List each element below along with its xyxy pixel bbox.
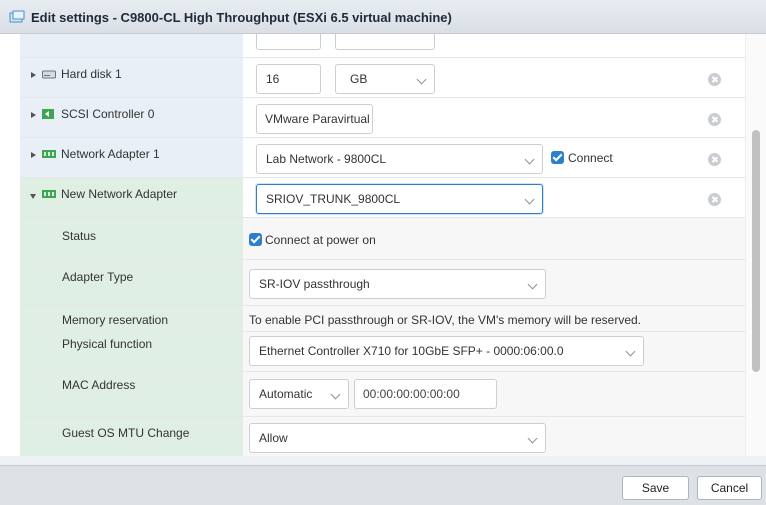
- hard-disk-row: Hard disk 1 16 GB: [20, 58, 745, 98]
- mac-address-row: MAC Address Automatic 00:00:00:00:00:00: [20, 372, 745, 417]
- expand-arrow-icon[interactable]: [31, 112, 36, 118]
- vertical-scrollbar[interactable]: [745, 34, 766, 456]
- memory-reservation-text: To enable PCI passthrough or SR-IOV, the…: [249, 313, 642, 327]
- expand-arrow-icon[interactable]: [31, 152, 36, 158]
- expand-arrow-icon[interactable]: [31, 72, 36, 78]
- new-network-adapter-label: New Network Adapter: [61, 187, 178, 201]
- status-label: Status: [62, 229, 97, 243]
- remove-icon[interactable]: [708, 113, 721, 126]
- remove-icon[interactable]: [708, 193, 721, 206]
- chevron-down-icon: [330, 389, 341, 400]
- dialog-footer: Save Cancel: [0, 465, 766, 505]
- clipped-select[interactable]: [335, 34, 435, 50]
- vm-window-icon: [9, 10, 25, 23]
- network-adapter-1-network-select[interactable]: Lab Network - 9800CL: [256, 144, 543, 174]
- chevron-down-icon: [527, 279, 538, 290]
- network-adapter-icon: [42, 190, 56, 198]
- network-adapter-1-label: Network Adapter 1: [61, 147, 160, 161]
- scsi-controller-row: SCSI Controller 0 VMware Paravirtual: [20, 98, 745, 138]
- scrollbar-thumb[interactable]: [752, 130, 760, 372]
- cancel-button[interactable]: Cancel: [697, 476, 762, 500]
- guest-os-mtu-select[interactable]: Allow: [249, 423, 546, 453]
- connect-at-power-on-checkbox[interactable]: [249, 233, 262, 246]
- dialog-title: Edit settings - C9800-CL High Throughput…: [31, 10, 452, 25]
- guest-os-mtu-label: Guest OS MTU Change: [62, 426, 190, 440]
- chevron-down-icon: [625, 346, 636, 357]
- chevron-down-icon: [416, 74, 427, 85]
- memory-reservation-row: Memory reservation To enable PCI passthr…: [20, 306, 745, 332]
- physical-function-select[interactable]: Ethernet Controller X710 for 10GbE SFP+ …: [249, 336, 644, 366]
- chevron-down-icon: [527, 433, 538, 444]
- footer-separator: [0, 456, 766, 465]
- dialog-title-bar: Edit settings - C9800-CL High Throughput…: [0, 0, 766, 34]
- scsi-type-select[interactable]: VMware Paravirtual: [256, 104, 373, 134]
- chevron-down-icon: [524, 194, 535, 205]
- status-row: Status Connect at power on: [20, 218, 745, 260]
- network-adapter-1-row: Network Adapter 1 Lab Network - 9800CL C…: [20, 138, 745, 178]
- settings-table: Hard disk 1 16 GB SCSI Controller 0 VMwa…: [20, 34, 745, 456]
- background-page: [0, 34, 20, 464]
- clipped-input[interactable]: [256, 34, 321, 50]
- connect-label: Connect: [568, 151, 613, 165]
- adapter-type-row: Adapter Type SR-IOV passthrough: [20, 260, 745, 306]
- mac-address-label: MAC Address: [62, 378, 136, 392]
- hard-disk-unit-select[interactable]: GB: [335, 64, 435, 94]
- clipped-row: [20, 34, 745, 58]
- remove-icon[interactable]: [708, 153, 721, 166]
- new-network-adapter-row: New Network Adapter SRIOV_TRUNK_9800CL: [20, 178, 745, 218]
- memory-reservation-label: Memory reservation: [62, 313, 169, 327]
- connect-checkbox[interactable]: [551, 151, 564, 164]
- mac-address-input[interactable]: 00:00:00:00:00:00: [354, 379, 497, 409]
- remove-icon[interactable]: [708, 73, 721, 86]
- hard-disk-label: Hard disk 1: [61, 67, 122, 81]
- new-network-adapter-network-select[interactable]: SRIOV_TRUNK_9800CL: [256, 184, 543, 214]
- adapter-type-label: Adapter Type: [62, 270, 134, 284]
- hard-disk-size-input[interactable]: 16: [256, 64, 321, 94]
- network-adapter-icon: [42, 150, 56, 158]
- save-button[interactable]: Save: [622, 476, 689, 500]
- guest-os-mtu-row: Guest OS MTU Change Allow: [20, 417, 745, 456]
- connect-at-power-on-label: Connect at power on: [265, 233, 376, 247]
- mac-address-mode-select[interactable]: Automatic: [249, 379, 349, 409]
- adapter-type-select[interactable]: SR-IOV passthrough: [249, 269, 546, 299]
- collapse-arrow-icon[interactable]: [30, 194, 36, 199]
- scsi-controller-label: SCSI Controller 0: [61, 107, 155, 121]
- hard-disk-icon: [42, 70, 56, 79]
- physical-function-row: Physical function Ethernet Controller X7…: [20, 332, 745, 372]
- chevron-down-icon: [524, 154, 535, 165]
- scsi-controller-icon: [42, 109, 54, 119]
- physical-function-label: Physical function: [62, 337, 153, 351]
